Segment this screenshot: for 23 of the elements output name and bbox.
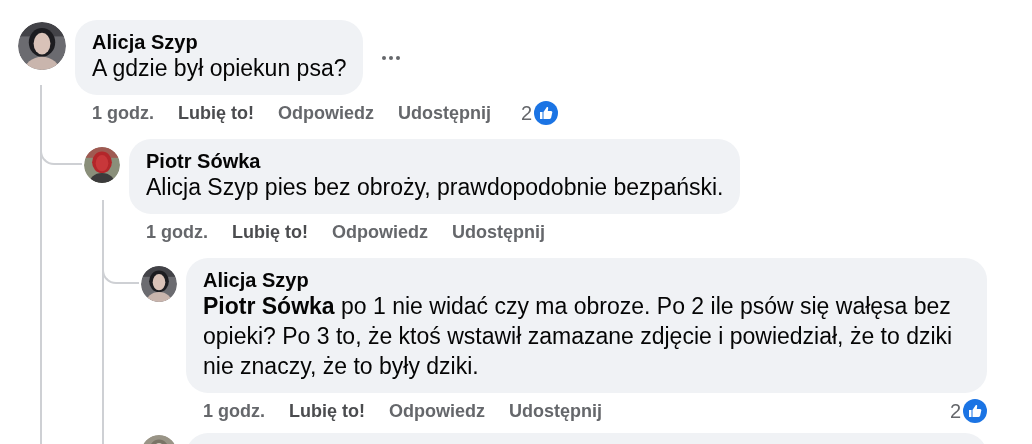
- author-name[interactable]: Alicja Szyp: [92, 31, 347, 53]
- timestamp: 1 godz.: [203, 400, 265, 422]
- more-icon: [381, 54, 402, 61]
- like-link[interactable]: Lubię to!: [289, 400, 365, 422]
- share-link[interactable]: Udostępnij: [398, 102, 491, 124]
- timestamp: 1 godz.: [146, 221, 208, 243]
- timestamp: 1 godz.: [92, 102, 154, 124]
- share-link[interactable]: Udostępnij: [452, 221, 545, 243]
- share-link[interactable]: Udostępnij: [509, 400, 602, 422]
- reply-link[interactable]: Odpowiedz: [332, 221, 428, 243]
- thumbs-up-icon: [534, 101, 559, 125]
- reaction-count: 2: [521, 101, 533, 125]
- comment-text: Piotr Sówka po 1 nie widać czy ma obroze. Po 2 ile psów się wałęsa bez opieki? Po 3 to, że ktoś wstawił zamazane zdjęcie i powiedział, że to dziki nie znaczy, że to były dziki.: [203, 292, 954, 381]
- reaction-count: 2: [949, 399, 961, 423]
- reply-link[interactable]: Odpowiedz: [278, 102, 374, 124]
- comment-text: Alicja Szyp pies bez obroży, prawdopodobnie bezpański.: [146, 173, 724, 202]
- thumbs-up-icon: [963, 399, 987, 423]
- comment-text: A gdzie był opiekun psa?: [92, 54, 347, 83]
- like-link[interactable]: Lubię to!: [178, 102, 254, 124]
- author-name[interactable]: Alicja Szyp: [203, 269, 970, 291]
- like-link[interactable]: Lubię to!: [232, 221, 308, 243]
- reply-link[interactable]: Odpowiedz: [389, 400, 485, 422]
- author-name[interactable]: Piotr Sówka: [146, 150, 724, 172]
